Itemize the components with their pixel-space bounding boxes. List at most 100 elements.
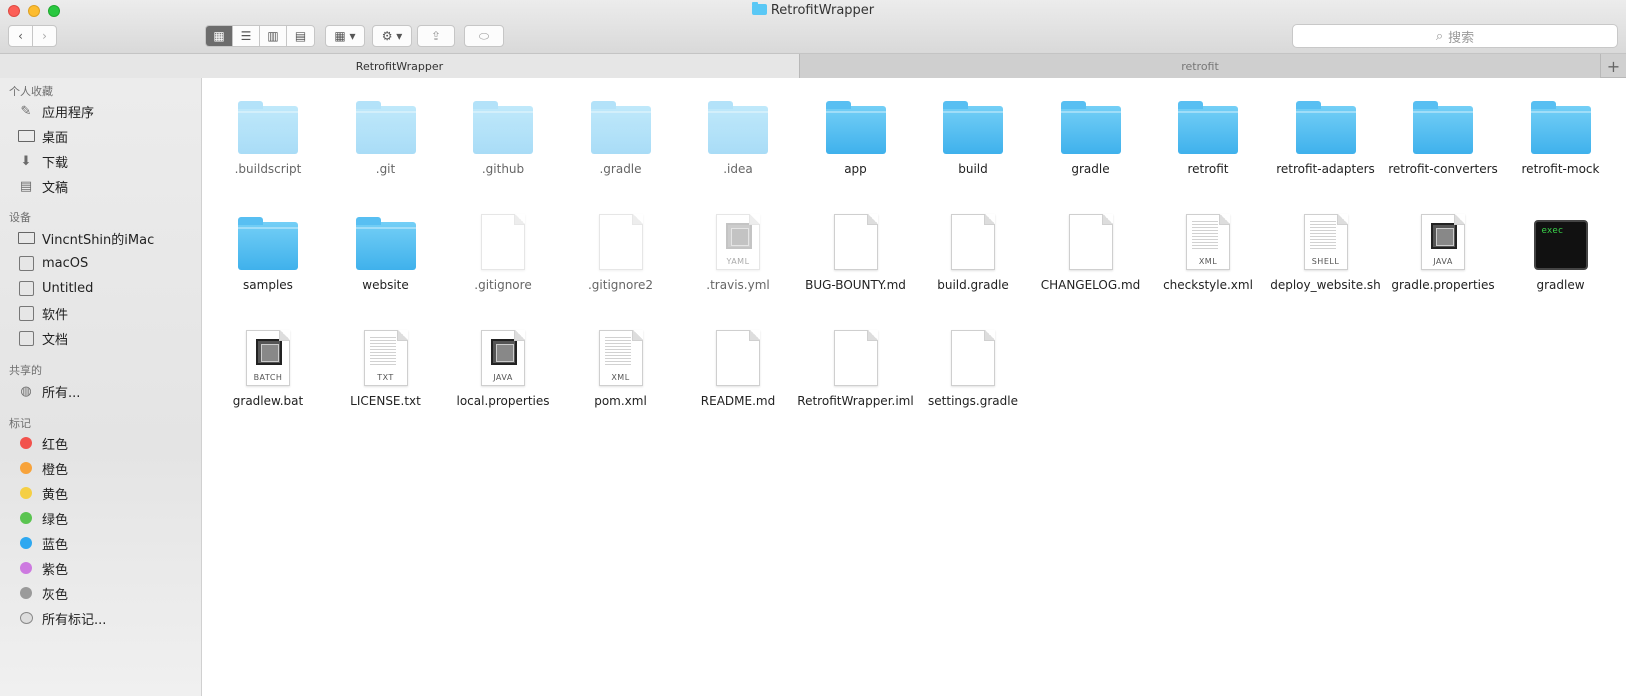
file-item[interactable]: RetrofitWrapper.iml	[797, 320, 915, 409]
file-item[interactable]: .idea	[679, 88, 797, 177]
columns-icon: ▥	[267, 29, 279, 43]
share-button[interactable]: ⇪	[417, 25, 455, 47]
gallery-view-button[interactable]: ▤	[287, 26, 314, 46]
sidebar-item-untitled[interactable]: Untitled	[17, 277, 93, 299]
file-item[interactable]: samples	[209, 204, 327, 293]
file-item[interactable]: settings.gradle	[914, 320, 1032, 409]
file-name-label: gradle.properties	[1391, 278, 1495, 292]
arrange-button[interactable]: ▦ ▾	[325, 25, 365, 47]
file-name-label: checkstyle.xml	[1163, 278, 1253, 292]
file-item[interactable]: BATCH gradlew.bat	[209, 320, 327, 409]
sidebar-tag-purple[interactable]: 紫色	[17, 557, 68, 579]
file-name-label: .gradle	[599, 162, 642, 176]
tab-retrofit[interactable]: retrofit	[800, 54, 1600, 78]
list-view-button[interactable]: ☰	[233, 26, 260, 46]
file-item[interactable]: CHANGELOG.md	[1032, 204, 1150, 293]
sidebar: 个人收藏 ✎ 应用程序 桌面 ⬇ 下载 ▤ 文稿 设备 VincntShin的iMac…	[0, 78, 202, 696]
forward-button[interactable]: ›	[32, 25, 57, 47]
sidebar-tag-blue[interactable]: 蓝色	[17, 532, 68, 554]
column-view-button[interactable]: ▥	[260, 26, 287, 46]
file-name-label: .buildscript	[234, 162, 302, 176]
file-item[interactable]: JAVA local.properties	[444, 320, 562, 409]
file-name-label: .gitignore	[474, 278, 532, 292]
file-item[interactable]: YAML .travis.yml	[679, 204, 797, 293]
file-item[interactable]: exec gradlew	[1502, 204, 1620, 293]
file-item[interactable]: retrofit-mock	[1502, 88, 1620, 177]
file-item[interactable]: .gitignore2	[562, 204, 680, 293]
icon-view-button[interactable]: ▦	[206, 26, 233, 46]
file-item[interactable]: SHELL deploy_website.sh	[1267, 204, 1385, 293]
file-item[interactable]: BUG-BOUNTY.md	[797, 204, 915, 293]
search-field[interactable]: ⌕ 搜索	[1292, 24, 1618, 48]
file-name-label: website	[362, 278, 409, 292]
sidebar-item-label: 灰色	[42, 587, 69, 603]
document-icon: XML	[1186, 214, 1230, 270]
purple-tag-icon	[20, 562, 32, 574]
action-button[interactable]: ⚙ ▾	[372, 25, 412, 47]
sidebar-item-applications[interactable]: ✎ 应用程序	[17, 100, 94, 122]
document-icon: BATCH	[246, 330, 290, 386]
sidebar-item-macos[interactable]: macOS	[17, 252, 88, 274]
folder-icon	[825, 101, 886, 154]
sidebar-item-all-shared[interactable]: ◍ 所有...	[17, 380, 80, 402]
file-item[interactable]: gradle	[1032, 88, 1150, 177]
sidebar-item-label: 黄色	[42, 487, 69, 503]
file-item[interactable]: .gitignore	[444, 204, 562, 293]
file-name-label: gradlew	[1536, 278, 1585, 292]
file-item[interactable]: XML checkstyle.xml	[1149, 204, 1267, 293]
file-item[interactable]: .gradle	[562, 88, 680, 177]
new-tab-button[interactable]: +	[1600, 54, 1626, 78]
file-item[interactable]: JAVA gradle.properties	[1384, 204, 1502, 293]
tab-retrofitwrapper[interactable]: RetrofitWrapper	[0, 54, 800, 78]
file-item[interactable]: .github	[444, 88, 562, 177]
folder-icon	[238, 217, 298, 270]
file-name-label: BUG-BOUNTY.md	[805, 278, 906, 292]
file-name-label: settings.gradle	[928, 394, 1018, 408]
sidebar-tag-red[interactable]: 红色	[17, 432, 68, 454]
sidebar-item-docs-disk[interactable]: 文档	[17, 327, 68, 349]
folder-icon	[708, 101, 768, 154]
sidebar-item-label: 文稿	[42, 180, 69, 196]
sidebar-tag-orange[interactable]: 橙色	[17, 457, 68, 479]
file-item[interactable]: retrofit-converters	[1384, 88, 1502, 177]
sidebar-item-label: 文档	[42, 332, 69, 348]
file-item[interactable]: .buildscript	[209, 88, 327, 177]
sidebar-tag-green[interactable]: 绿色	[17, 507, 68, 529]
green-tag-icon	[20, 512, 32, 524]
sidebar-item-imac[interactable]: VincntShin的iMac	[17, 227, 154, 249]
sidebar-tag-yellow[interactable]: 黄色	[17, 482, 68, 504]
tag-icon: ⬭	[478, 28, 490, 43]
sidebar-all-tags[interactable]: 所有标记...	[17, 607, 106, 629]
file-name-label: .github	[481, 162, 525, 176]
file-item[interactable]: retrofit	[1149, 88, 1267, 177]
file-name-label: RetrofitWrapper.iml	[797, 394, 914, 408]
sidebar-item-downloads[interactable]: ⬇ 下载	[17, 150, 68, 172]
tag-button[interactable]: ⬭	[464, 25, 504, 47]
list-icon: ☰	[240, 29, 252, 43]
gallery-icon: ▤	[294, 29, 307, 43]
file-item[interactable]: TXT LICENSE.txt	[327, 320, 445, 409]
file-item[interactable]: .git	[327, 88, 445, 177]
file-item[interactable]: build.gradle	[914, 204, 1032, 293]
sidebar-item-software[interactable]: 软件	[17, 302, 68, 324]
file-item[interactable]: build	[914, 88, 1032, 177]
document-icon: TXT	[363, 330, 408, 386]
file-item[interactable]: app	[797, 88, 915, 177]
file-name-label: build.gradle	[937, 278, 1009, 292]
sidebar-item-label: VincntShin的iMac	[42, 232, 155, 248]
sidebar-item-label: 所有标记...	[42, 612, 107, 628]
file-type-badge: JAVA	[493, 373, 513, 382]
sidebar-item-label: 应用程序	[42, 105, 95, 121]
file-type-chip-icon	[1431, 223, 1457, 249]
file-item[interactable]: website	[327, 204, 445, 293]
sidebar-tag-gray[interactable]: 灰色	[17, 582, 68, 604]
sidebar-item-documents[interactable]: ▤ 文稿	[17, 175, 68, 197]
document-icon: ▤	[19, 178, 33, 194]
file-item[interactable]: README.md	[679, 320, 797, 409]
sidebar-item-desktop[interactable]: 桌面	[17, 125, 68, 147]
window-title-text: RetrofitWrapper	[770, 3, 875, 18]
file-item[interactable]: retrofit-adapters	[1267, 88, 1385, 177]
back-button[interactable]: ‹	[8, 25, 33, 47]
file-item[interactable]: XML pom.xml	[562, 320, 680, 409]
file-icon-grid: .buildscript .git .github .gradle .idea app bu…	[202, 78, 1626, 696]
